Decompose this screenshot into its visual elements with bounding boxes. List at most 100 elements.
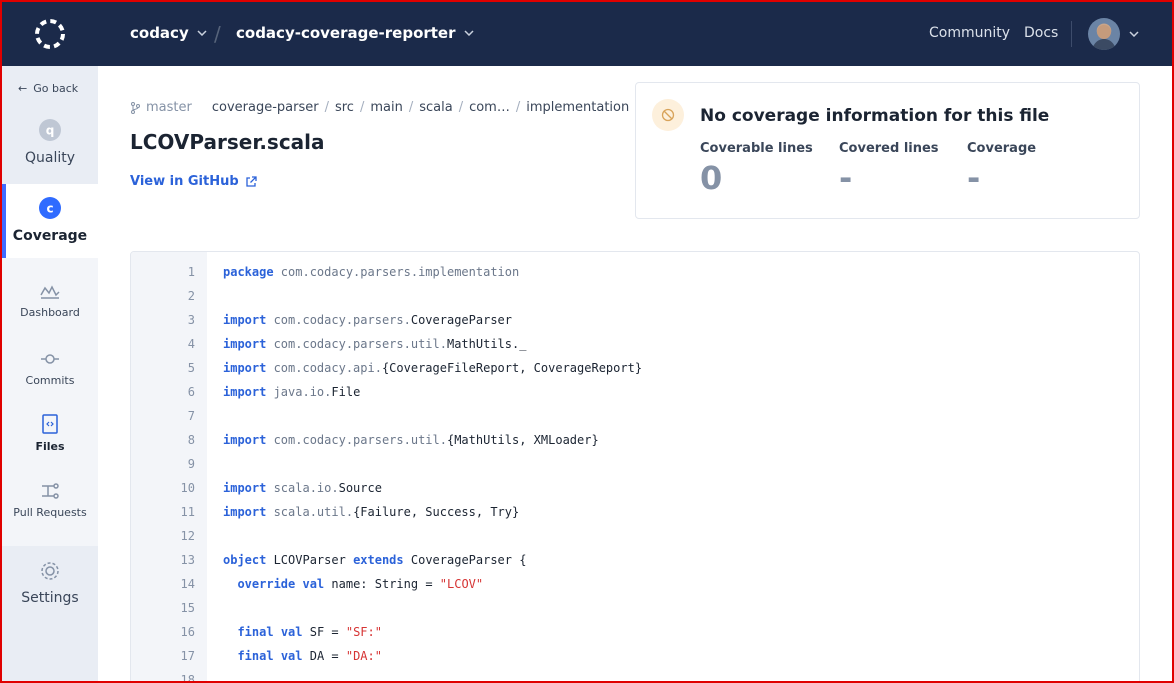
pull-requests-icon [42, 483, 59, 499]
code-text: import com.codacy.parsers.util.MathUtils… [223, 337, 527, 351]
organization-selector[interactable]: codacy [130, 24, 207, 42]
files-icon [42, 414, 58, 434]
divider [1071, 21, 1072, 47]
line-number: 7 [187, 409, 195, 423]
branch-icon [131, 101, 140, 114]
code-line: 11 import scala.util.{Failure, Success, T… [131, 500, 1139, 524]
code-line: 5 import com.codacy.api.{CoverageFileRepo… [131, 356, 1139, 380]
code-line: 7 [131, 404, 1139, 428]
sidebar-item-coverage[interactable]: c Coverage [2, 184, 98, 258]
code-line: 16 final val SF = "SF:" [131, 620, 1139, 644]
code-line: 13 object LCOVParser extends CoveragePars… [131, 548, 1139, 572]
codacy-logo-icon[interactable] [33, 17, 67, 51]
line-number: 8 [187, 433, 195, 447]
arrow-left-icon: ← [18, 82, 28, 95]
coverage-icon: c [39, 197, 61, 219]
no-coverage-icon [652, 99, 684, 131]
line-number: 17 [180, 649, 195, 663]
docs-link[interactable]: Docs [1024, 25, 1058, 41]
metric-coverage: Coverage - [967, 141, 1036, 198]
code-text: package com.codacy.parsers.implementatio… [223, 265, 520, 279]
line-number: 18 [180, 673, 195, 683]
code-line: 17 final val DA = "DA:" [131, 644, 1139, 668]
community-link[interactable]: Community [929, 25, 1010, 41]
code-text: final val DA = "DA:" [237, 649, 382, 663]
avatar-image [1092, 25, 1116, 50]
breadcrumb-item[interactable]: src [335, 100, 354, 115]
breadcrumb-item[interactable]: scala [419, 100, 452, 115]
go-back-label: Go back [33, 82, 79, 95]
breadcrumb-item[interactable]: coverage-parser [212, 100, 319, 115]
code-line: 4 import com.codacy.parsers.util.MathUtil… [131, 332, 1139, 356]
sidebar-item-label: Files [35, 440, 65, 453]
breadcrumb-item[interactable]: main [370, 100, 402, 115]
sidebar-item-files[interactable]: Files [2, 414, 98, 462]
code-text: import java.io.File [223, 385, 361, 399]
branch-name[interactable]: master [146, 100, 192, 115]
sidebar-item-label: Quality [24, 150, 76, 166]
sidebar-item-label: Pull Requests [13, 506, 87, 519]
breadcrumb: master coverage-parser / src / main / sc… [130, 100, 629, 115]
metric-value: 0 [700, 159, 723, 197]
code-text: object LCOVParser extends CoverageParser… [223, 553, 527, 567]
sidebar-item-label: Coverage [12, 228, 88, 244]
code-text: import scala.io.Source [223, 481, 382, 495]
metric-label: Coverage [967, 141, 1037, 156]
breadcrumb-separator: / [324, 100, 329, 115]
repository-name: codacy-coverage-reporter [236, 24, 456, 42]
chevron-down-icon [463, 30, 474, 36]
sidebar-item-pull-requests[interactable]: Pull Requests [2, 482, 98, 530]
user-menu-chevron-icon[interactable] [1129, 31, 1139, 37]
commits-icon [41, 354, 59, 364]
metric-label: Coverable lines [700, 141, 813, 156]
line-number: 13 [180, 553, 195, 567]
code-line: 18 [131, 668, 1139, 683]
coverage-status-title: No coverage information for this file [700, 106, 1050, 126]
code-line: 6 import java.io.File [131, 380, 1139, 404]
sidebar-item-label: Commits [25, 374, 75, 387]
code-text: import com.codacy.parsers.CoverageParser [223, 313, 513, 327]
code-line: 14 override val name: String = "LCOV" [131, 572, 1139, 596]
metric-value: - [839, 159, 853, 197]
active-indicator [2, 184, 6, 258]
code-text: override val name: String = "LCOV" [237, 577, 484, 591]
breadcrumb-separator: / [458, 100, 464, 115]
sidebar-item-dashboard[interactable]: Dashboard [2, 282, 98, 330]
breadcrumb-item[interactable]: implementation [526, 100, 629, 115]
user-avatar[interactable] [1088, 18, 1120, 50]
line-number: 6 [187, 385, 195, 399]
sidebar-item-commits[interactable]: Commits [2, 350, 98, 398]
code-line: 12 [131, 524, 1139, 548]
dashboard-icon [40, 285, 60, 299]
line-number: 15 [180, 601, 195, 615]
sidebar: ← Go back q Quality c Coverage Dashboard… [2, 66, 98, 683]
view-in-github-label: View in GitHub [130, 174, 239, 189]
code-line: 2 [131, 284, 1139, 308]
metric-covered-lines: Covered lines - [839, 141, 939, 198]
view-in-github-link[interactable]: View in GitHub [130, 174, 257, 189]
repository-selector[interactable]: codacy-coverage-reporter [236, 24, 474, 42]
line-number: 1 [187, 265, 195, 279]
go-back-link[interactable]: ← Go back [18, 82, 78, 95]
line-number: 16 [180, 625, 195, 639]
sidebar-item-quality[interactable]: q Quality [2, 118, 98, 176]
breadcrumb-separator: / [359, 100, 365, 115]
line-number: 3 [187, 313, 195, 327]
code-line: 10 import scala.io.Source [131, 476, 1139, 500]
breadcrumb-item[interactable]: com… [469, 100, 510, 115]
code-viewer[interactable]: 1 package com.codacy.parsers.implementati… [130, 251, 1140, 683]
sidebar-item-label: Settings [21, 590, 79, 606]
line-number: 14 [180, 577, 195, 591]
page-title: LCOVParser.scala [130, 130, 325, 154]
coverage-summary-card: No coverage information for this file Co… [635, 82, 1140, 219]
sidebar-item-settings[interactable]: Settings [2, 560, 98, 612]
line-number: 10 [180, 481, 195, 495]
code-line: 8 import com.codacy.parsers.util.{MathUti… [131, 428, 1139, 452]
code-text: final val SF = "SF:" [237, 625, 382, 639]
breadcrumb-separator: / [214, 22, 221, 46]
svg-text:q: q [46, 124, 55, 138]
line-number: 11 [180, 505, 195, 519]
organization-name: codacy [130, 24, 189, 42]
svg-text:c: c [46, 202, 53, 216]
chevron-down-icon [197, 30, 207, 36]
